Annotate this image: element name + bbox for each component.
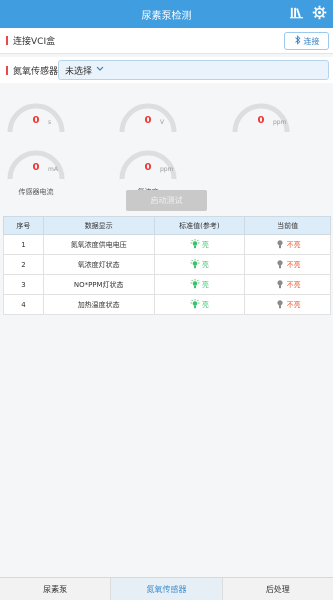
library-icon[interactable] [289, 5, 304, 23]
current-cell: 不亮 [275, 239, 301, 251]
section-marker [6, 36, 8, 45]
bulb-off-icon [275, 239, 285, 251]
row-name: 氧浓度灯状态 [42, 254, 155, 275]
data-table: 序号 数据显示 标准值(参考) 当前值 1 氮氧浓度供电电压 亮 不亮 2 氧浓… [3, 216, 331, 315]
bottom-tab-bar: 尿素泵 氮氧传感器 后处理 [0, 577, 333, 600]
current-value: 不亮 [286, 240, 301, 249]
gauge-value: 0 [32, 162, 40, 173]
tab-aftertreatment[interactable]: 后处理 [223, 578, 333, 600]
bulb-on-icon [190, 278, 200, 291]
bluetooth-icon [294, 35, 302, 47]
gauge-voltage: 0 V [118, 96, 178, 136]
row-number: 4 [3, 294, 44, 315]
connect-button-label: 连接 [303, 36, 320, 46]
row-number: 3 [3, 274, 44, 295]
column-header: 当前值 [244, 216, 331, 235]
standard-value: 亮 [201, 240, 209, 249]
gear-icon[interactable] [312, 5, 327, 23]
gauge-value: 0 [144, 115, 152, 126]
row-name: NO*PPM灯状态 [42, 274, 155, 295]
table-header-row: 序号 数据显示 标准值(参考) 当前值 [3, 216, 331, 235]
gauge-unit: V [160, 119, 165, 126]
column-header: 序号 [3, 216, 44, 235]
app-header: 尿素泵检测 [0, 0, 333, 28]
connect-button[interactable]: 连接 [284, 32, 329, 50]
vci-label: 连接VCI盒 [13, 37, 56, 47]
row-name: 氮氧浓度供电电压 [42, 234, 155, 255]
standard-cell: 亮 [190, 298, 209, 311]
vci-row: 连接VCI盒 连接 [0, 28, 333, 54]
column-header: 数据显示 [42, 216, 155, 235]
bulb-off-icon [275, 299, 285, 311]
table-row: 1 氮氧浓度供电电压 亮 不亮 [3, 234, 331, 255]
gauge-time: 0 s [6, 96, 66, 136]
gauge-unit: s [48, 119, 52, 126]
current-cell: 不亮 [275, 299, 301, 311]
bulb-on-icon [190, 258, 200, 271]
table-row: 3 NO*PPM灯状态 亮 不亮 [3, 274, 331, 295]
page-title: 尿素泵检测 [141, 10, 192, 22]
gauge-unit: ppm [273, 119, 287, 126]
gauge-unit: mA [48, 166, 58, 173]
row-number: 2 [3, 254, 44, 275]
current-value: 不亮 [286, 300, 301, 309]
bulb-off-icon [275, 279, 285, 291]
gauge-value: 0 [32, 115, 40, 126]
sensor-row: 氮氧传感器: 未选择 [0, 57, 333, 83]
current-value: 不亮 [286, 260, 301, 269]
standard-cell: 亮 [190, 238, 209, 251]
bulb-off-icon [275, 259, 285, 271]
start-test-button[interactable]: 启动测试 [126, 190, 207, 211]
chevron-down-icon [92, 65, 104, 75]
standard-cell: 亮 [190, 258, 209, 271]
standard-value: 亮 [201, 260, 209, 269]
gauge-nox-ppm: 0 ppm [231, 96, 291, 136]
section-marker [6, 65, 8, 75]
sensor-label: 氮氧传感器: [13, 66, 62, 77]
current-cell: 不亮 [275, 279, 301, 291]
bulb-on-icon [190, 238, 200, 251]
gauge-caption: 传感器电流 [18, 188, 54, 196]
sensor-select-value: 未选择 [65, 66, 93, 77]
row-number: 1 [3, 234, 44, 255]
standard-value: 亮 [201, 300, 209, 309]
current-value: 不亮 [286, 280, 301, 289]
table-row: 2 氧浓度灯状态 亮 不亮 [3, 254, 331, 275]
table-row: 4 加热温度状态 亮 不亮 [3, 294, 331, 315]
row-name: 加热温度状态 [42, 294, 155, 315]
gauge-unit: ppm [160, 166, 174, 173]
standard-value: 亮 [201, 280, 209, 289]
bulb-on-icon [190, 298, 200, 311]
tab-nox-sensor[interactable]: 氮氧传感器 [111, 578, 223, 600]
current-cell: 不亮 [275, 259, 301, 271]
sensor-select[interactable]: 未选择 [58, 60, 329, 80]
tab-urea-pump[interactable]: 尿素泵 [0, 578, 112, 600]
gauge-value: 0 [257, 115, 265, 126]
gauge-value: 0 [144, 162, 152, 173]
gauge-sensor-current: 0 mA 传感器电流 [6, 143, 66, 196]
column-header: 标准值(参考) [153, 216, 246, 235]
standard-cell: 亮 [190, 278, 209, 291]
gauge-oxygen: 0 ppm 氧浓度 [118, 143, 178, 196]
